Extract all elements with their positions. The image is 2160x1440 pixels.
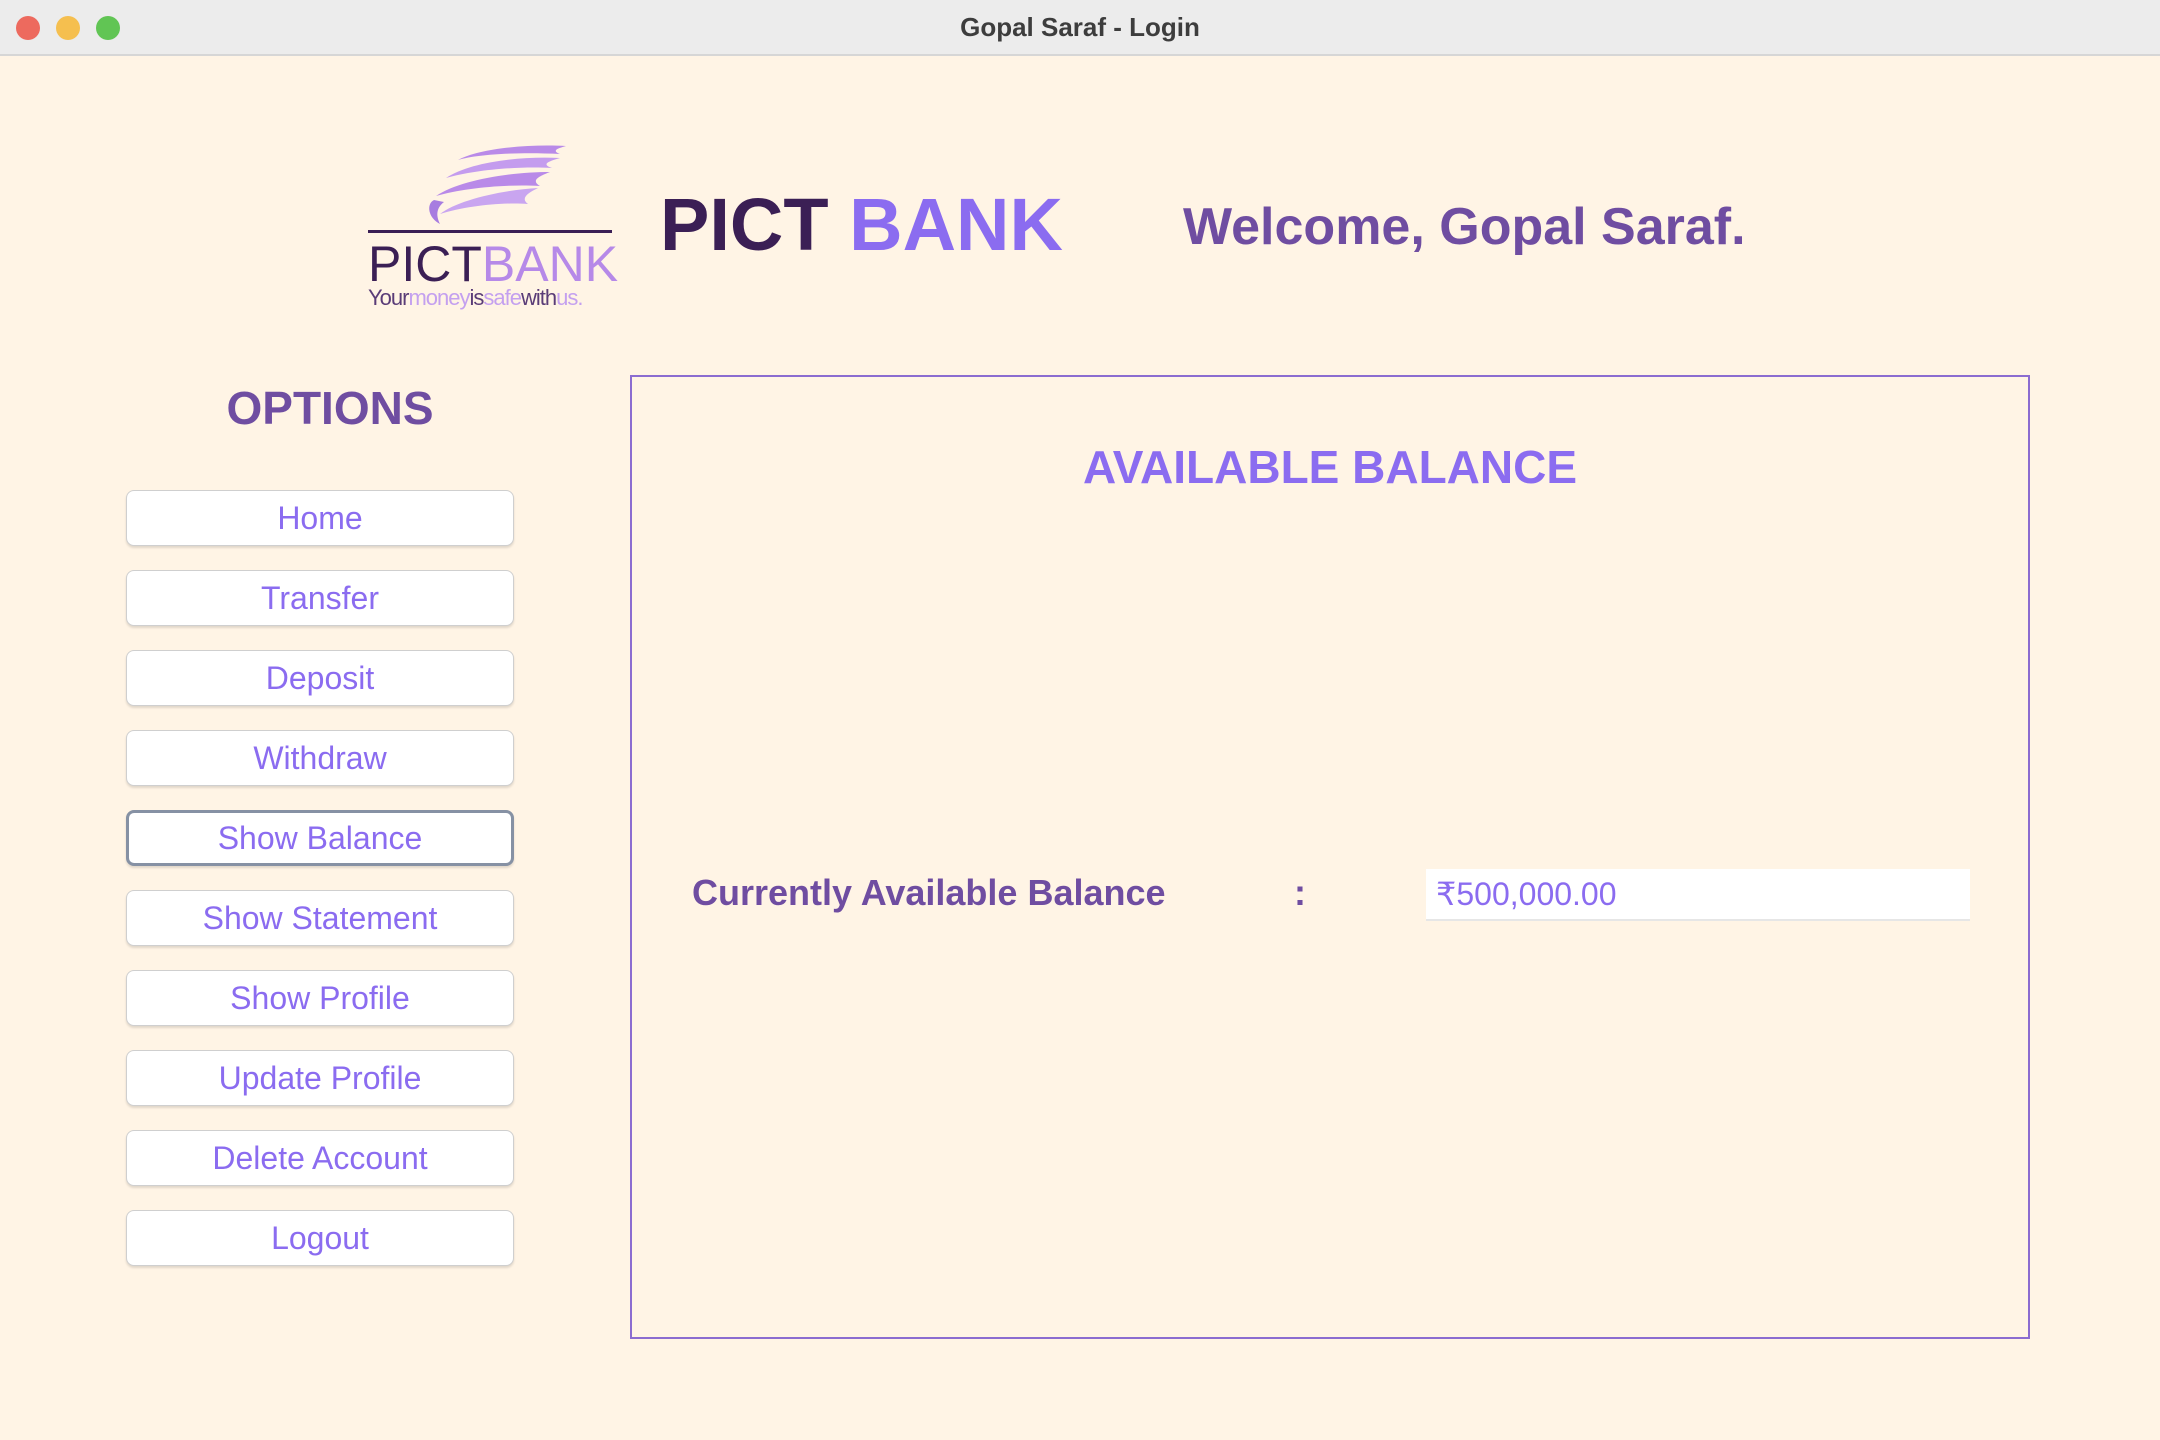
app-title: PICT BANK	[660, 180, 1063, 270]
logo-tagline-word: safe	[483, 285, 522, 310]
home-button[interactable]: Home	[126, 490, 514, 546]
deposit-button[interactable]: Deposit	[126, 650, 514, 706]
logo-tagline-word: us.	[556, 285, 583, 310]
app-title-bank: BANK	[849, 183, 1063, 266]
update-profile-button[interactable]: Update Profile	[126, 1050, 514, 1106]
balance-separator: :	[1294, 872, 1306, 913]
balance-value-field[interactable]: ₹500,000.00	[1426, 869, 1970, 921]
options-heading: OPTIONS	[226, 382, 434, 434]
app-title-pict: PICT	[660, 183, 829, 266]
welcome-message: Welcome, Gopal Saraf.	[1183, 198, 1746, 256]
logo-tagline: Yourmoneyissafewithus.	[368, 284, 583, 312]
logo-tagline-word: money	[408, 285, 470, 310]
show-statement-button[interactable]: Show Statement	[126, 890, 514, 946]
withdraw-button[interactable]: Withdraw	[126, 730, 514, 786]
balance-label: Currently Available Balance	[692, 872, 1166, 913]
balance-panel: AVAILABLE BALANCE Currently Available Ba…	[630, 375, 2030, 1339]
delete-account-button[interactable]: Delete Account	[126, 1130, 514, 1186]
bank-logo: PICTBANK Yourmoneyissafewithus.	[362, 138, 622, 318]
show-balance-button[interactable]: Show Balance	[126, 810, 514, 866]
app-window: Gopal Saraf - Login PICTBANK Yourmoneyis…	[0, 0, 2160, 1440]
show-profile-button[interactable]: Show Profile	[126, 970, 514, 1026]
logout-button[interactable]: Logout	[126, 1210, 514, 1266]
window-title: Gopal Saraf - Login	[960, 12, 1200, 42]
wings-logo-icon	[429, 145, 566, 224]
title-bar: Gopal Saraf - Login	[0, 0, 2160, 56]
transfer-button[interactable]: Transfer	[126, 570, 514, 626]
panel-title: AVAILABLE BALANCE	[1082, 441, 1578, 493]
logo-tagline-word: Your	[368, 285, 409, 310]
logo-tagline-word: with	[520, 285, 557, 310]
logo-tagline-word: is	[469, 285, 485, 310]
